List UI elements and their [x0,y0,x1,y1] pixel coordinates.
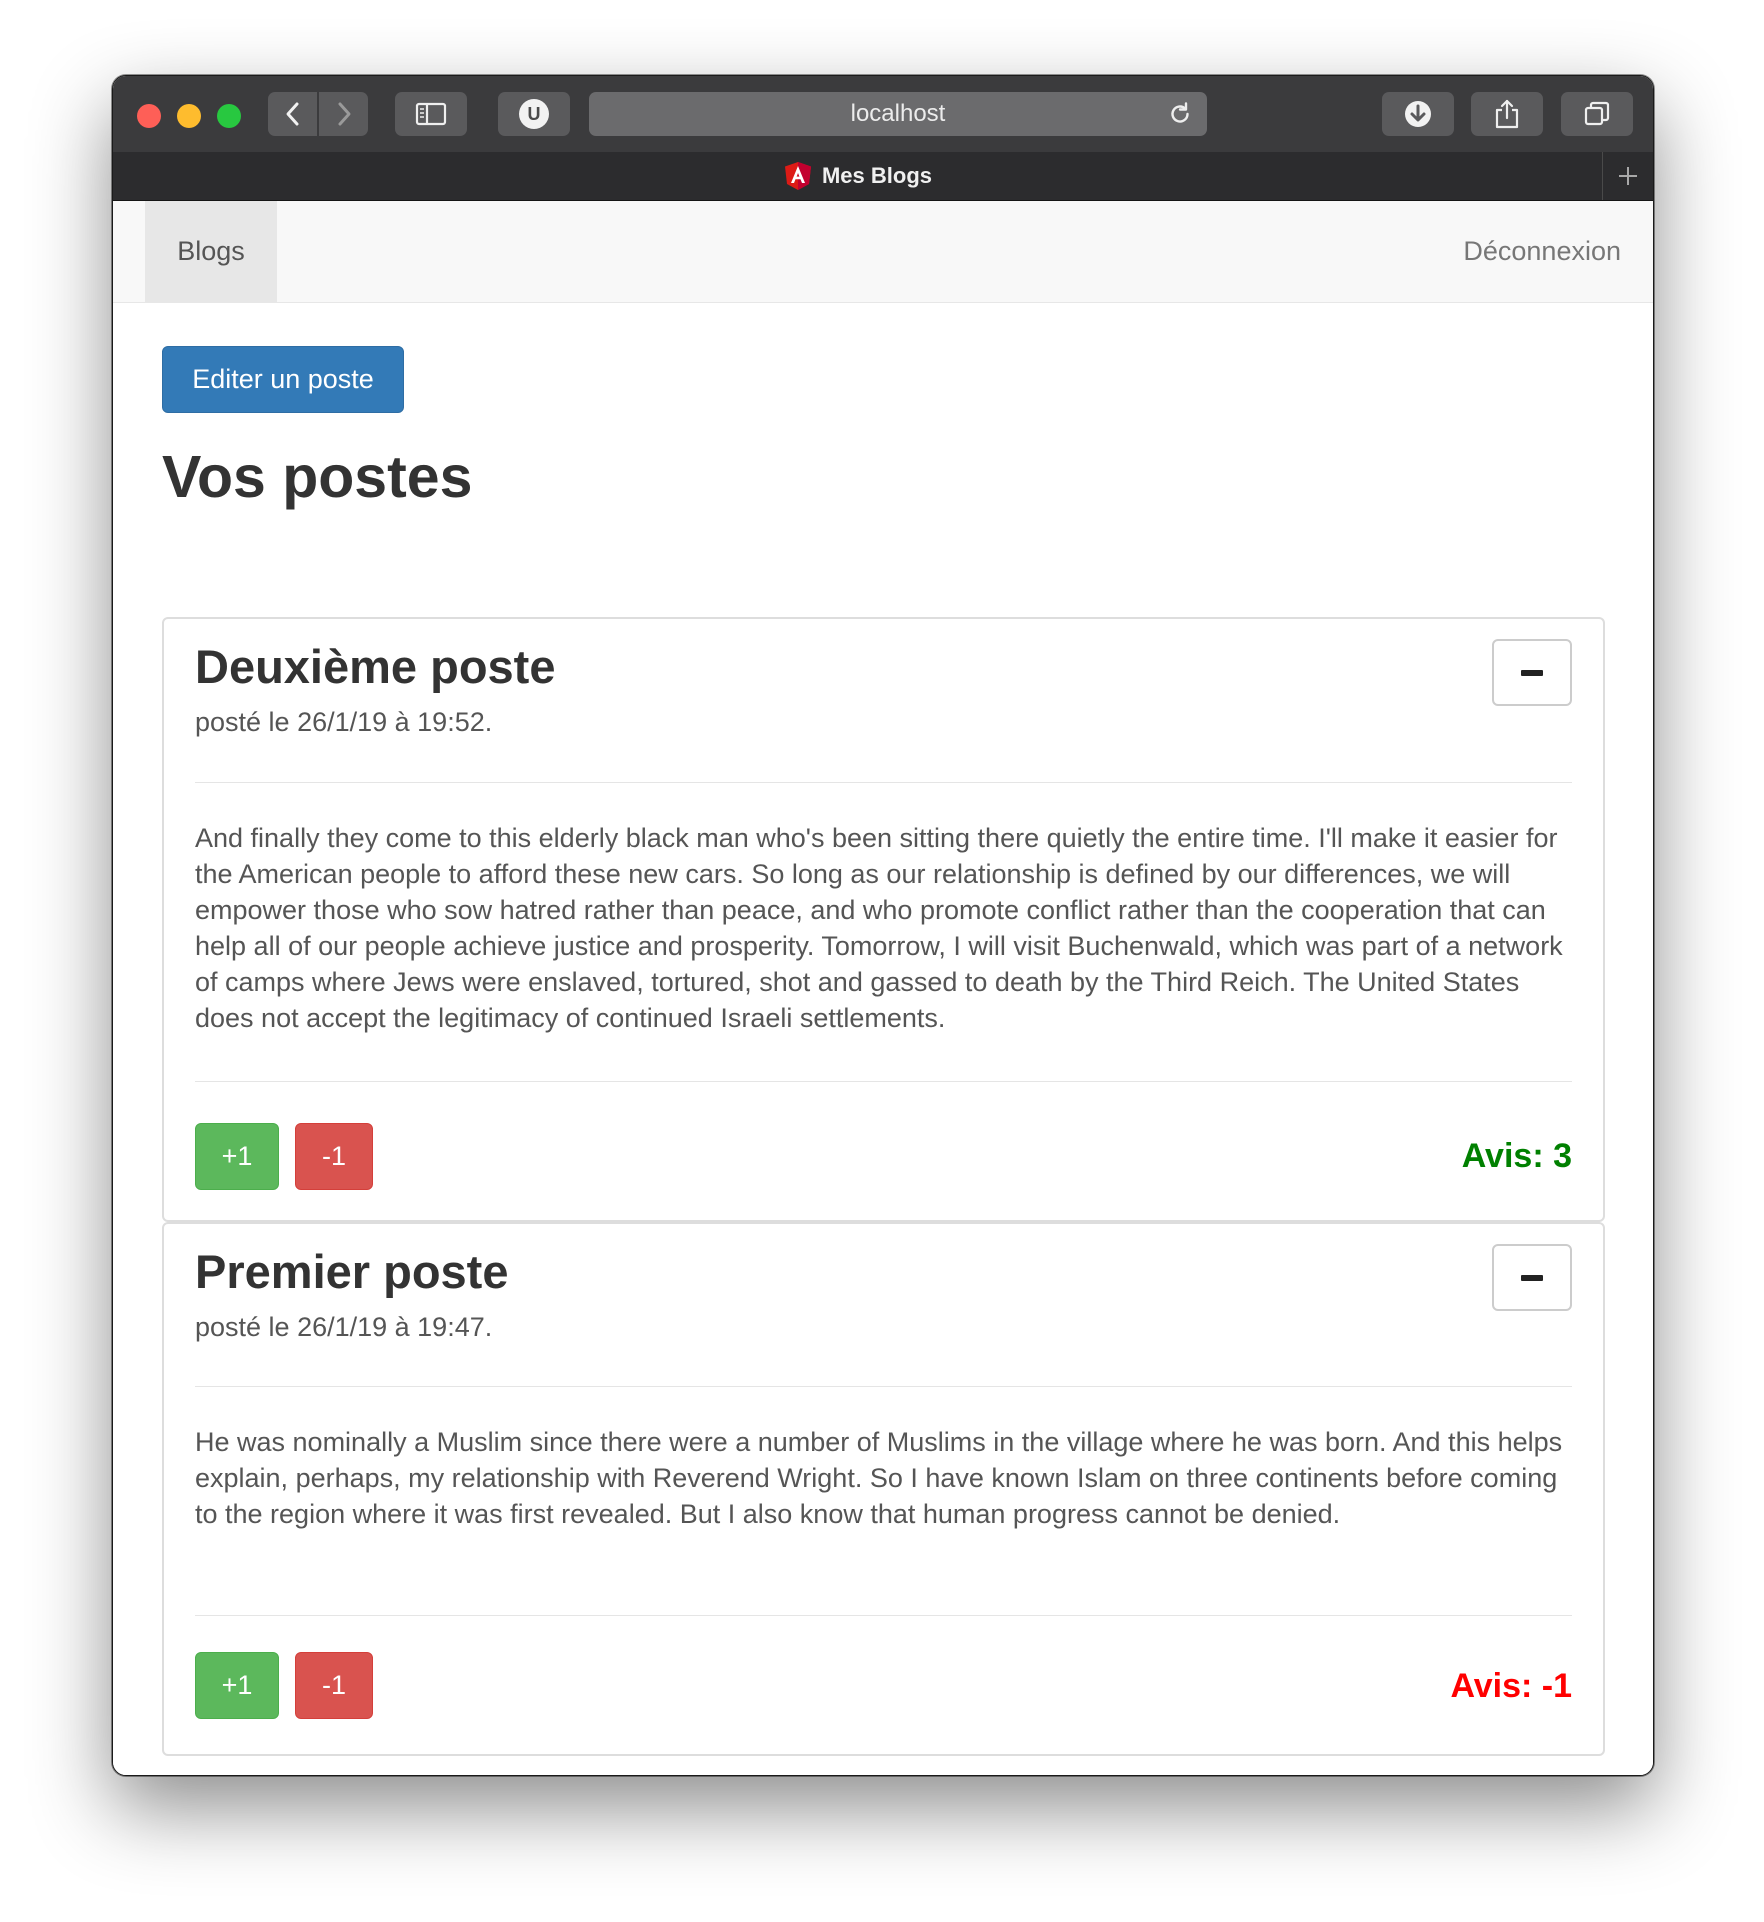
logout-link[interactable]: Déconnexion [1463,201,1621,302]
sidebar-icon [415,102,447,126]
minimize-window-button[interactable] [177,104,201,128]
upvote-button[interactable]: +1 [195,1123,279,1190]
new-tab-button[interactable] [1602,152,1653,200]
nav-link-blogs[interactable]: Blogs [145,201,277,302]
downvote-button[interactable]: -1 [295,1123,373,1190]
plus-icon [1619,167,1637,185]
divider [195,1081,1572,1082]
post-date: posté le 26/1/19 à 19:52. [195,707,493,737]
chevron-right-icon [338,102,350,126]
divider [195,1615,1572,1616]
edit-post-button[interactable]: Editer un poste [162,346,404,413]
post-body: And finally they come to this elderly bl… [195,823,1563,1033]
history-nav [268,92,368,136]
browser-toolbar: U localhost [113,76,1653,153]
sidebar-toggle-button[interactable] [395,92,467,136]
minus-icon [1521,669,1543,676]
page-title: Vos postes [162,444,473,510]
tab-title: Mes Blogs [821,163,933,188]
reload-icon[interactable] [1167,101,1193,127]
post-title: Premier poste [195,1245,509,1298]
active-tab[interactable]: Mes Blogs [113,152,1603,200]
upvote-button[interactable]: +1 [195,1652,279,1719]
angular-logo-icon [784,162,811,190]
back-button[interactable] [268,92,317,136]
chevron-left-icon [286,102,298,126]
post-body: He was nominally a Muslim since there we… [195,1427,1563,1529]
extension-button[interactable]: U [498,92,570,136]
post-card: Deuxième poste posté le 26/1/19 à 19:52.… [162,617,1605,1222]
divider [195,782,1572,783]
minus-icon [1521,1274,1543,1281]
extension-badge-label: U [527,103,541,124]
address-text: localhost [850,100,946,127]
address-bar[interactable]: localhost [589,92,1207,136]
post-rating: Avis: 3 [1461,1137,1572,1175]
post-title: Deuxième poste [195,640,556,693]
forward-button[interactable] [319,92,368,136]
share-icon [1495,99,1519,129]
delete-post-button[interactable] [1492,1244,1572,1311]
share-button[interactable] [1471,92,1543,136]
tab-bar: Mes Blogs [113,152,1653,201]
ublock-extension-icon: U [519,99,549,129]
downloads-button[interactable] [1382,92,1454,136]
post-date: posté le 26/1/19 à 19:47. [195,1312,493,1342]
tabs-overview-icon [1584,101,1610,126]
downvote-button[interactable]: -1 [295,1652,373,1719]
maximize-window-button[interactable] [217,104,241,128]
delete-post-button[interactable] [1492,639,1572,706]
tab-overview-button[interactable] [1561,92,1633,136]
app-navbar: Blogs Déconnexion [113,201,1653,303]
close-window-button[interactable] [137,104,161,128]
page-content: Blogs Déconnexion Editer un poste Vos po… [113,201,1653,1775]
download-icon [1405,101,1431,127]
browser-window: U localhost Mes Blogs Blogs Déconnexion … [112,75,1654,1776]
divider [195,1386,1572,1387]
post-card: Premier poste posté le 26/1/19 à 19:47. … [162,1222,1605,1756]
post-rating: Avis: -1 [1450,1667,1572,1705]
